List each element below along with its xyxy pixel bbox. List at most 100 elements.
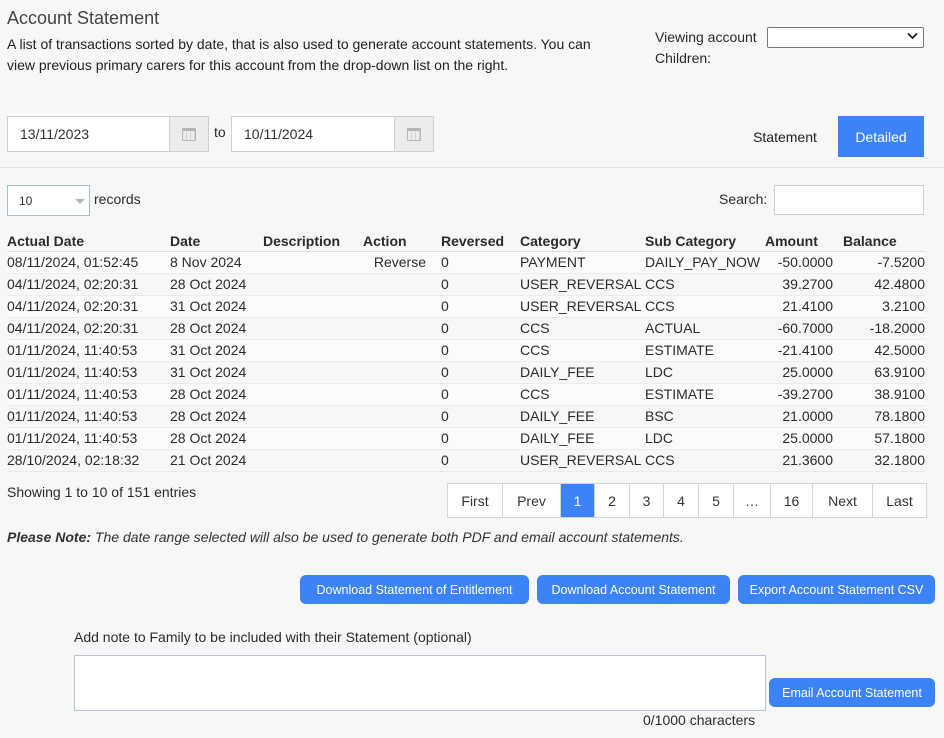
character-count: 0/1000 characters xyxy=(643,712,756,728)
table-cell: 57.1800 xyxy=(843,427,925,450)
column-header[interactable]: Amount xyxy=(765,231,843,252)
page-ellipsis: … xyxy=(734,484,771,517)
table-cell: 28 Oct 2024 xyxy=(170,427,263,450)
table-cell: 25.0000 xyxy=(765,427,843,450)
viewing-account-label: Viewing account xyxy=(655,29,757,45)
calendar-icon xyxy=(407,127,421,141)
page-first-button[interactable]: First xyxy=(448,484,503,517)
family-note-textarea[interactable] xyxy=(74,655,766,711)
table-cell: -18.2000 xyxy=(843,317,925,340)
table-cell: ACTUAL xyxy=(645,317,765,340)
table-cell xyxy=(363,383,441,406)
table-header-row: Actual Date Date Description Action Reve… xyxy=(7,231,925,252)
table-cell: 01/11/2024, 11:40:53 xyxy=(7,405,170,428)
table-cell xyxy=(363,427,441,450)
caret-down-icon xyxy=(75,199,85,204)
table-cell: 31 Oct 2024 xyxy=(170,339,263,362)
table-cell: USER_REVERSAL xyxy=(520,273,645,296)
children-label: Children: xyxy=(655,50,712,66)
statement-view-button[interactable]: Statement xyxy=(740,116,830,157)
table-cell: 25.0000 xyxy=(765,361,843,384)
section-divider xyxy=(0,167,944,168)
table-cell: -60.7000 xyxy=(765,317,843,340)
table-cell xyxy=(263,427,363,450)
download-account-statement-button[interactable]: Download Account Statement xyxy=(537,575,730,604)
table-cell xyxy=(263,295,363,318)
table-cell: -39.2700 xyxy=(765,383,843,406)
pagination: First Prev 1 2 3 4 5 … 16 Next Last xyxy=(447,483,927,518)
table-row: 01/11/2024, 11:40:53 28 Oct 2024 0 CCS ESTIM… xyxy=(7,383,925,406)
column-header[interactable]: Category xyxy=(520,231,645,252)
table-row: 01/11/2024, 11:40:53 31 Oct 2024 0 DAILY_FE… xyxy=(7,361,925,384)
calendar-icon xyxy=(182,127,196,141)
table-cell: 01/11/2024, 11:40:53 xyxy=(7,383,170,406)
table-cell: 01/11/2024, 11:40:53 xyxy=(7,361,170,384)
table-cell xyxy=(263,361,363,384)
column-header[interactable]: Actual Date xyxy=(7,231,170,252)
table-cell: 0 xyxy=(441,449,520,472)
page-4-button[interactable]: 4 xyxy=(664,484,699,517)
column-header[interactable]: Action xyxy=(363,231,441,252)
page-1-button[interactable]: 1 xyxy=(561,484,595,517)
table-cell: 28/10/2024, 02:18:32 xyxy=(7,449,170,472)
family-note-label: Add note to Family to be included with t… xyxy=(74,629,472,645)
table-cell: CCS xyxy=(520,317,645,340)
page-prev-button[interactable]: Prev xyxy=(503,484,561,517)
column-header[interactable]: Description xyxy=(263,231,363,252)
table-cell xyxy=(263,449,363,472)
table-cell xyxy=(363,405,441,428)
table-cell: LDC xyxy=(645,361,765,384)
table-row: 08/11/2024, 01:52:45 8 Nov 2024 Reverse 0 PA… xyxy=(7,251,925,274)
table-cell: 0 xyxy=(441,427,520,450)
page-next-button[interactable]: Next xyxy=(813,484,873,517)
page-5-button[interactable]: 5 xyxy=(699,484,734,517)
detailed-view-button[interactable]: Detailed xyxy=(838,116,924,157)
search-input[interactable] xyxy=(774,185,924,215)
page-last-button[interactable]: Last xyxy=(873,484,926,517)
table-cell: 21.3600 xyxy=(765,449,843,472)
table-cell: ESTIMATE xyxy=(645,383,765,406)
table-cell: BSC xyxy=(645,405,765,428)
table-cell: -21.4100 xyxy=(765,339,843,362)
table-cell: 0 xyxy=(441,251,520,274)
table-cell: 38.9100 xyxy=(843,383,925,406)
table-cell: DAILY_PAY_NOW xyxy=(645,251,765,274)
table-cell: 04/11/2024, 02:20:31 xyxy=(7,295,170,318)
table-cell xyxy=(363,317,441,340)
page-3-button[interactable]: 3 xyxy=(630,484,664,517)
table-cell: 04/11/2024, 02:20:31 xyxy=(7,317,170,340)
table-cell xyxy=(263,251,363,274)
table-cell: 01/11/2024, 11:40:53 xyxy=(7,427,170,450)
table-cell: 31 Oct 2024 xyxy=(170,361,263,384)
pagination-info: Showing 1 to 10 of 151 entries xyxy=(7,484,197,500)
table-cell: 3.2100 xyxy=(843,295,925,318)
column-header[interactable]: Date xyxy=(170,231,263,252)
email-statement-button[interactable]: Email Account Statement xyxy=(769,678,935,707)
table-cell: 63.9100 xyxy=(843,361,925,384)
page-length-select[interactable]: 10 xyxy=(7,185,90,216)
table-cell: 0 xyxy=(441,405,520,428)
table-cell xyxy=(363,339,441,362)
table-cell: 21 Oct 2024 xyxy=(170,449,263,472)
date-from-input[interactable]: 13/11/2023 xyxy=(7,116,170,152)
table-cell xyxy=(363,295,441,318)
table-cell: 0 xyxy=(441,317,520,340)
date-to-calendar-button[interactable] xyxy=(395,116,434,152)
date-from-calendar-button[interactable] xyxy=(170,116,209,152)
column-header[interactable]: Sub Category xyxy=(645,231,765,252)
table-cell: PAYMENT xyxy=(520,251,645,274)
page-16-button[interactable]: 16 xyxy=(771,484,813,517)
page-2-button[interactable]: 2 xyxy=(595,484,630,517)
date-range-note: Please Note: The date range selected wil… xyxy=(7,529,684,545)
column-header[interactable]: Balance xyxy=(843,231,925,252)
table-row: 28/10/2024, 02:18:32 21 Oct 2024 0 USER_REV… xyxy=(7,449,925,472)
transactions-table: Actual Date Date Description Action Reve… xyxy=(7,231,925,472)
download-entitlement-button[interactable]: Download Statement of Entitlement xyxy=(300,575,529,604)
date-to-input[interactable]: 10/11/2024 xyxy=(231,116,395,152)
table-cell: DAILY_FEE xyxy=(520,427,645,450)
viewing-account-select[interactable] xyxy=(767,27,924,48)
table-cell: CCS xyxy=(520,339,645,362)
column-header[interactable]: Reversed xyxy=(441,231,520,252)
export-csv-button[interactable]: Export Account Statement CSV xyxy=(738,575,935,604)
table-cell xyxy=(363,273,441,296)
